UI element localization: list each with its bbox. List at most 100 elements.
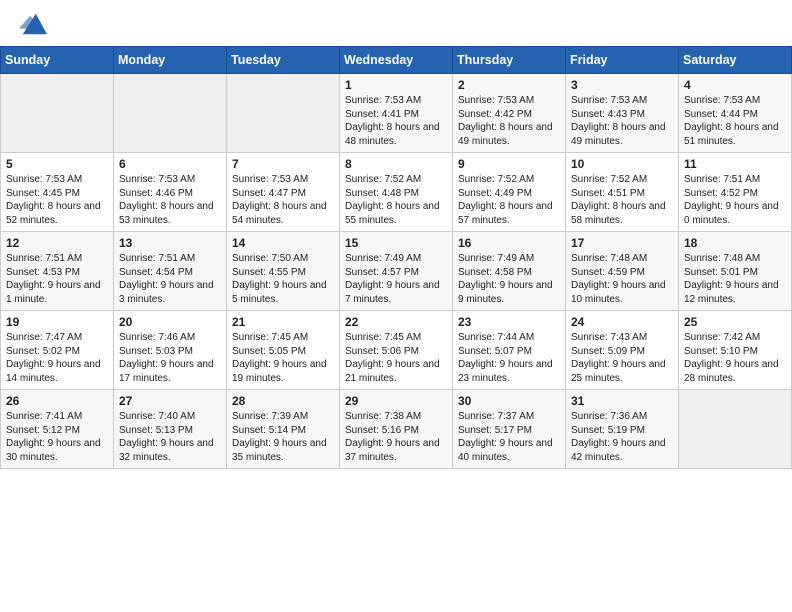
day-info: Daylight: 8 hours and 57 minutes.: [458, 200, 560, 227]
day-info: Sunset: 4:46 PM: [119, 187, 221, 201]
day-number: 10: [571, 157, 673, 171]
day-info: Sunrise: 7:47 AM: [6, 331, 108, 345]
calendar-day-cell: 3Sunrise: 7:53 AMSunset: 4:43 PMDaylight…: [566, 74, 679, 153]
day-info: Sunset: 4:52 PM: [684, 187, 786, 201]
day-info: Sunset: 4:53 PM: [6, 266, 108, 280]
calendar-day-cell: 2 Sunrise: 7:53 AMSunset: 4:42 PMDaylight…: [453, 74, 566, 153]
day-info: Sunrise: 7:51 AM: [6, 252, 108, 266]
calendar-day-cell: 13Sunrise: 7:51 AMSunset: 4:54 PMDayligh…: [114, 232, 227, 311]
day-number: 2: [458, 78, 560, 92]
day-info: Sunrise: 7:53 AM: [458, 94, 560, 108]
day-number: 31: [571, 394, 673, 408]
day-info: Sunrise: 7:41 AM: [6, 410, 108, 424]
calendar-week-row: 1 Sunrise: 7:53 AM Sunset: 4:41 PM Daylight…: [1, 74, 792, 153]
day-info: Sunrise: 7:39 AM: [232, 410, 334, 424]
calendar-day-cell: 25Sunrise: 7:42 AMSunset: 5:10 PMDayligh…: [679, 311, 792, 390]
calendar-day-cell: 29Sunrise: 7:38 AMSunset: 5:16 PMDayligh…: [340, 390, 453, 469]
day-info: Sunrise: 7:36 AM: [571, 410, 673, 424]
day-number: 1: [345, 78, 447, 92]
calendar-week-row: 5Sunrise: 7:53 AMSunset: 4:45 PMDaylight…: [1, 153, 792, 232]
day-number: 27: [119, 394, 221, 408]
day-info: Sunrise: 7:37 AM: [458, 410, 560, 424]
day-info: Daylight: 9 hours and 28 minutes.: [684, 358, 786, 385]
day-info: Sunrise: 7:53 AM: [684, 94, 786, 108]
day-info: Sunrise: 7:38 AM: [345, 410, 447, 424]
day-info: Daylight: 9 hours and 0 minutes.: [684, 200, 786, 227]
day-info: Sunrise: 7:44 AM: [458, 331, 560, 345]
day-info: Daylight: 9 hours and 19 minutes.: [232, 358, 334, 385]
calendar-day-cell: 1Sunrise: 7:53 AMSunset: 4:41 PMDaylight…: [340, 74, 453, 153]
day-info: Sunrise: 7:53 AM: [119, 173, 221, 187]
day-number: 5: [6, 157, 108, 171]
day-number: 30: [458, 394, 560, 408]
day-info: Sunrise: 7:45 AM: [345, 331, 447, 345]
calendar-day-cell: 10Sunrise: 7:52 AMSunset: 4:51 PMDayligh…: [566, 153, 679, 232]
day-info: Sunset: 5:05 PM: [232, 345, 334, 359]
day-info: Sunset: 5:03 PM: [119, 345, 221, 359]
day-info: Sunset: 5:06 PM: [345, 345, 447, 359]
day-info: Daylight: 9 hours and 40 minutes.: [458, 437, 560, 464]
day-info: Sunset: 4:41 PM: [345, 108, 447, 122]
day-info: Sunset: 4:54 PM: [119, 266, 221, 280]
calendar-day-cell: 8Sunrise: 7:52 AMSunset: 4:48 PMDaylight…: [340, 153, 453, 232]
day-number: 22: [345, 315, 447, 329]
day-info: Sunrise: 7:52 AM: [571, 173, 673, 187]
day-info: Daylight: 9 hours and 25 minutes.: [571, 358, 673, 385]
day-of-week-header: Wednesday: [340, 47, 453, 74]
day-info: Daylight: 8 hours and 52 minutes.: [6, 200, 108, 227]
calendar-day-cell: 26Sunrise: 7:41 AMSunset: 5:12 PMDayligh…: [1, 390, 114, 469]
day-number: 3: [571, 78, 673, 92]
calendar-week-row: 26Sunrise: 7:41 AMSunset: 5:12 PMDayligh…: [1, 390, 792, 469]
day-number: 29: [345, 394, 447, 408]
calendar-day-cell: [1, 74, 114, 153]
day-of-week-header: Saturday: [679, 47, 792, 74]
calendar-day-cell: 5 Sunrise: 7:53 AMSunset: 4:45 PMDaylight…: [1, 153, 114, 232]
day-info: Sunset: 4:45 PM: [6, 187, 108, 201]
calendar-day-cell: 6Sunrise: 7:53 AMSunset: 4:46 PMDaylight…: [114, 153, 227, 232]
day-of-week-header: Tuesday: [227, 47, 340, 74]
day-info: Sunset: 4:57 PM: [345, 266, 447, 280]
day-info: Sunset: 4:58 PM: [458, 266, 560, 280]
day-info: Sunset: 5:01 PM: [684, 266, 786, 280]
day-info: Daylight: 9 hours and 42 minutes.: [571, 437, 673, 464]
day-info: Daylight: 8 hours and 49 minutes.: [458, 121, 560, 148]
day-number: 14: [232, 236, 334, 250]
day-number: 11: [684, 157, 786, 171]
calendar-day-cell: [114, 74, 227, 153]
day-info: Daylight: 9 hours and 23 minutes.: [458, 358, 560, 385]
day-of-week-header: Friday: [566, 47, 679, 74]
day-info: Daylight: 9 hours and 10 minutes.: [571, 279, 673, 306]
calendar-day-cell: 4Sunrise: 7:53 AMSunset: 4:44 PMDaylight…: [679, 74, 792, 153]
day-info: Sunset: 4:55 PM: [232, 266, 334, 280]
calendar-day-cell: 18Sunrise: 7:48 AMSunset: 5:01 PMDayligh…: [679, 232, 792, 311]
day-of-week-header: Sunday: [1, 47, 114, 74]
day-number: 7: [232, 157, 334, 171]
day-number: 25: [684, 315, 786, 329]
day-info: Sunrise: 7:49 AM: [345, 252, 447, 266]
day-info: Sunset: 4:48 PM: [345, 187, 447, 201]
day-number: 6: [119, 157, 221, 171]
calendar-day-cell: 19Sunrise: 7:47 AMSunset: 5:02 PMDayligh…: [1, 311, 114, 390]
day-info: Sunrise: 7:48 AM: [684, 252, 786, 266]
day-info: Sunrise: 7:52 AM: [458, 173, 560, 187]
calendar-week-row: 12Sunrise: 7:51 AMSunset: 4:53 PMDayligh…: [1, 232, 792, 311]
calendar-day-cell: 16Sunrise: 7:49 AMSunset: 4:58 PMDayligh…: [453, 232, 566, 311]
calendar-day-cell: 27Sunrise: 7:40 AMSunset: 5:13 PMDayligh…: [114, 390, 227, 469]
calendar-header-row: SundayMondayTuesdayWednesdayThursdayFrid…: [1, 47, 792, 74]
calendar: SundayMondayTuesdayWednesdayThursdayFrid…: [0, 46, 792, 469]
day-info: Sunset: 5:14 PM: [232, 424, 334, 438]
day-info: Sunrise: 7:53 AM: [6, 173, 108, 187]
calendar-day-cell: 31Sunrise: 7:36 AMSunset: 5:19 PMDayligh…: [566, 390, 679, 469]
day-info: Sunrise: 7:40 AM: [119, 410, 221, 424]
day-info: Sunset: 4:51 PM: [571, 187, 673, 201]
calendar-day-cell: 30Sunrise: 7:37 AMSunset: 5:17 PMDayligh…: [453, 390, 566, 469]
day-number: 8: [345, 157, 447, 171]
day-info: Sunset: 4:42 PM: [458, 108, 560, 122]
day-info: Sunrise: 7:53 AM: [232, 173, 334, 187]
day-number: 18: [684, 236, 786, 250]
day-info: Sunset: 5:13 PM: [119, 424, 221, 438]
day-info: Sunset: 4:47 PM: [232, 187, 334, 201]
day-info: Daylight: 9 hours and 7 minutes.: [345, 279, 447, 306]
day-info: Sunset: 5:10 PM: [684, 345, 786, 359]
day-info: Daylight: 8 hours and 55 minutes.: [345, 200, 447, 227]
